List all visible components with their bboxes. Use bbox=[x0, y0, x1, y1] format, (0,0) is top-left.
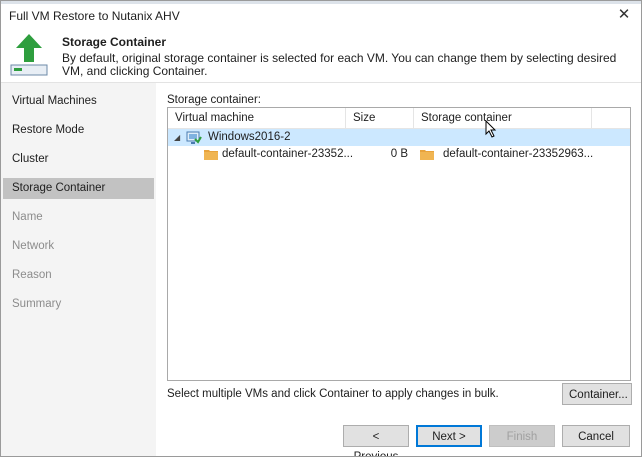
next-button[interactable]: Next > bbox=[416, 425, 482, 447]
column-header-storage-container[interactable]: Storage container bbox=[414, 108, 592, 128]
previous-button[interactable]: < Previous bbox=[343, 425, 409, 456]
vm-name: Windows2016-2 bbox=[208, 131, 291, 143]
folder-icon bbox=[420, 150, 434, 160]
virtual-machine-icon bbox=[186, 131, 202, 144]
close-icon[interactable]: ✕ bbox=[613, 6, 635, 24]
sidebar-item-restore-mode[interactable]: Restore Mode bbox=[3, 120, 154, 141]
mouse-cursor-icon bbox=[485, 120, 497, 138]
table-row-vm[interactable]: ◢ Windows2016-2 bbox=[168, 129, 630, 146]
wizard-header: Storage Container By default, original s… bbox=[1, 26, 641, 83]
disk-size: 0 B bbox=[390, 148, 408, 160]
sidebar-item-summary: Summary bbox=[12, 298, 62, 310]
sidebar-item-network: Network bbox=[12, 240, 55, 252]
column-header-virtual-machine[interactable]: Virtual machine bbox=[168, 108, 346, 128]
collapse-triangle-icon[interactable]: ◢ bbox=[174, 129, 180, 146]
vm-storage-list[interactable]: Virtual machine Size Storage container ◢… bbox=[167, 107, 631, 381]
window-title: Full VM Restore to Nutanix AHV bbox=[9, 9, 180, 23]
disk-storage-container: default-container-23352963... bbox=[443, 148, 594, 160]
bulk-change-hint: Select multiple VMs and click Container … bbox=[167, 388, 499, 400]
folder-icon bbox=[204, 150, 218, 160]
sidebar-item-reason: Reason bbox=[12, 269, 52, 281]
sidebar-item-storage-container[interactable]: Storage Container bbox=[3, 178, 154, 199]
sidebar-item-virtual-machines[interactable]: Virtual Machines bbox=[3, 91, 154, 112]
sidebar-item-name: Name bbox=[12, 211, 43, 223]
disk-name: default-container-23352... bbox=[222, 148, 354, 160]
storage-container-label: Storage container: bbox=[167, 94, 261, 106]
title-bar: Full VM Restore to Nutanix AHV ✕ bbox=[1, 4, 641, 26]
column-header-size[interactable]: Size bbox=[346, 108, 414, 128]
restore-wizard-window: Full VM Restore to Nutanix AHV ✕ Storage… bbox=[0, 0, 642, 457]
restore-up-arrow-icon bbox=[10, 34, 48, 76]
list-header: Virtual machine Size Storage container bbox=[168, 108, 630, 129]
finish-button: Finish bbox=[489, 425, 555, 447]
cancel-button[interactable]: Cancel bbox=[562, 425, 630, 447]
wizard-steps-sidebar: Virtual Machines Restore Mode Cluster St… bbox=[1, 83, 156, 456]
page-title: Storage Container bbox=[62, 35, 167, 49]
sidebar-item-cluster[interactable]: Cluster bbox=[3, 149, 154, 170]
table-row-disk[interactable]: default-container-23352... 0 B default-c… bbox=[168, 146, 630, 163]
main-content: Storage container: Virtual machine Size … bbox=[156, 83, 641, 456]
container-button[interactable]: Container... bbox=[562, 383, 632, 405]
page-description: By default, original storage container i… bbox=[62, 51, 617, 78]
